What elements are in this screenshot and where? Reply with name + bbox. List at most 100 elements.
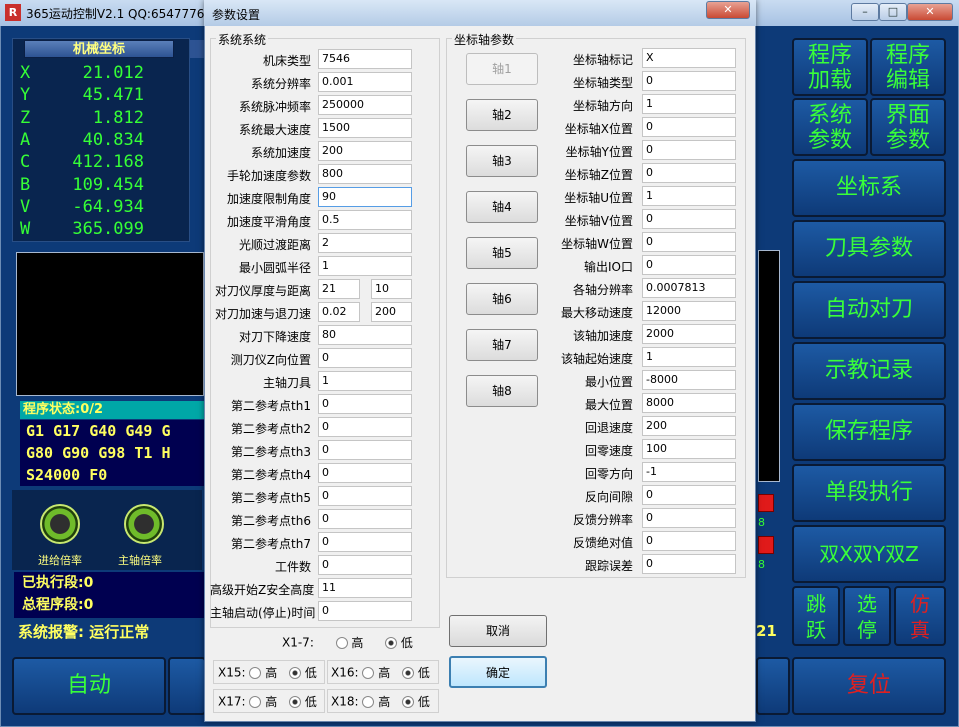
axis-param-field[interactable]: 1 [642,347,736,367]
executed-lines: 已执行段:0 [22,575,94,591]
axis-param-field[interactable]: 0 [642,117,736,137]
auto-mode-button[interactable]: 自动 [12,657,166,715]
x15-low-radio[interactable] [289,666,302,679]
sys-param-field[interactable]: 0 [318,509,412,529]
axis-2-button[interactable]: 轴2 [466,99,538,131]
axis-param-field[interactable]: 1 [642,186,736,206]
sys-param-field[interactable]: 0 [318,417,412,437]
sys-param-field[interactable]: 0 [318,532,412,552]
simulate-button[interactable]: 仿 真 [894,586,946,646]
axis-param-field[interactable]: 0.0007813 [642,278,736,298]
axis-param-field[interactable]: 0 [642,531,736,551]
mode-button-2[interactable] [168,657,206,715]
axis-param-field[interactable]: 200 [642,416,736,436]
axis-5-button[interactable]: 轴5 [466,237,538,269]
ui-param-button[interactable]: 界面 参数 [870,98,946,156]
dialog-close-button[interactable]: ✕ [706,1,750,19]
axis-7-button[interactable]: 轴7 [466,329,538,361]
x16-low-radio[interactable] [402,666,415,679]
axis-param-field[interactable]: 12000 [642,301,736,321]
sys-param-field[interactable]: 90 [318,187,412,207]
sys-param-field[interactable]: 250000 [318,95,412,115]
axis-param-field[interactable]: 2000 [642,324,736,344]
cancel-button[interactable]: 取消 [449,615,547,647]
program-load-button[interactable]: 程序 加载 [792,38,868,96]
axis-param-field[interactable]: -8000 [642,370,736,390]
sys-param-field[interactable]: 0 [318,463,412,483]
axis-param-field[interactable]: -1 [642,462,736,482]
sys-param-field[interactable]: 7546 [318,49,412,69]
axis-6-button[interactable]: 轴6 [466,283,538,315]
optional-stop-button[interactable]: 选 停 [843,586,891,646]
system-param-button[interactable]: 系统 参数 [792,98,868,156]
x15-high-radio[interactable] [249,666,262,679]
coord-tab-next[interactable] [190,40,204,58]
axis-param-field[interactable]: 0 [642,485,736,505]
sys-param-field[interactable]: 0.5 [318,210,412,230]
axis-param-field[interactable]: 0 [642,508,736,528]
sys-param-field[interactable]: 0 [318,348,412,368]
program-edit-button[interactable]: 程序 编辑 [870,38,946,96]
dual-xyz-button[interactable]: 双X双Y双Z [792,525,946,583]
axis-param-field[interactable]: 0 [642,232,736,252]
sys-param-field[interactable]: 200 [318,141,412,161]
maximize-button[interactable]: □ [879,3,907,21]
feed-rate-knob[interactable] [40,504,80,544]
axis-1-button[interactable]: 轴1 [466,53,538,85]
x18-radio-group: X18: 高 低 [331,693,430,710]
advanced-param-field[interactable]: 11 [318,578,412,598]
tool-param-field-1[interactable]: 21 [318,279,360,299]
x16-high-radio[interactable] [362,666,375,679]
axis-param-field[interactable]: X [642,48,736,68]
sys-param-field[interactable]: 0 [318,555,412,575]
axis-param-field[interactable]: 100 [642,439,736,459]
sys-param-field[interactable]: 1500 [318,118,412,138]
axis-param-field[interactable]: 0 [642,554,736,574]
sys-param-field[interactable]: 0 [318,394,412,414]
single-step-button[interactable]: 单段执行 [792,464,946,522]
sys-param-field[interactable]: 0 [318,440,412,460]
axis-3-button[interactable]: 轴3 [466,145,538,177]
auto-tool-set-button[interactable]: 自动对刀 [792,281,946,339]
close-button[interactable]: ✕ [907,3,953,21]
minimize-button[interactable]: – [851,3,879,21]
axis-param-field[interactable]: 8000 [642,393,736,413]
sys-param-field[interactable]: 1 [318,256,412,276]
axis-param-field[interactable]: 0 [642,209,736,229]
advanced-param-field[interactable]: 0 [318,601,412,621]
reset-button[interactable]: 复位 [792,657,946,715]
tool-param-field-2[interactable]: 10 [371,279,412,299]
x1-7-low-radio[interactable] [385,636,398,649]
sys-param-field[interactable]: 2 [318,233,412,253]
x17-high-radio[interactable] [249,695,262,708]
sys-param-field[interactable]: 0 [318,486,412,506]
tool-param-field-1[interactable]: 0.02 [318,302,360,322]
sys-param-field[interactable]: 0.001 [318,72,412,92]
spindle-rate-knob[interactable] [124,504,164,544]
teach-record-button[interactable]: 示教记录 [792,342,946,400]
axis-param-field[interactable]: 0 [642,255,736,275]
sys-param-field[interactable]: 80 [318,325,412,345]
jump-button[interactable]: 跳 跃 [792,586,840,646]
sys-param-field[interactable]: 1 [318,371,412,391]
x18-high-radio[interactable] [362,695,375,708]
axis-param-field[interactable]: 1 [642,94,736,114]
axis-param-field[interactable]: 0 [642,71,736,91]
x17-low-radio[interactable] [289,695,302,708]
mode-button-3[interactable] [756,657,790,715]
tool-param-button[interactable]: 刀具参数 [792,220,946,278]
sys-param-field[interactable]: 800 [318,164,412,184]
axis-param-field[interactable]: 0 [642,163,736,183]
ok-button[interactable]: 确定 [449,656,547,688]
save-program-button[interactable]: 保存程序 [792,403,946,461]
coord-header-tab[interactable]: 机械坐标 [24,40,174,58]
x1-7-high-radio[interactable] [335,636,348,649]
tool-param-field-2[interactable]: 200 [371,302,412,322]
toolpath-graph[interactable] [16,252,204,396]
sys-param-label: 最小圆弧半径 [238,261,311,275]
axis-param-field[interactable]: 0 [642,140,736,160]
axis-8-button[interactable]: 轴8 [466,375,538,407]
axis-4-button[interactable]: 轴4 [466,191,538,223]
x18-low-radio[interactable] [402,695,415,708]
coordinate-system-button[interactable]: 坐标系 [792,159,946,217]
